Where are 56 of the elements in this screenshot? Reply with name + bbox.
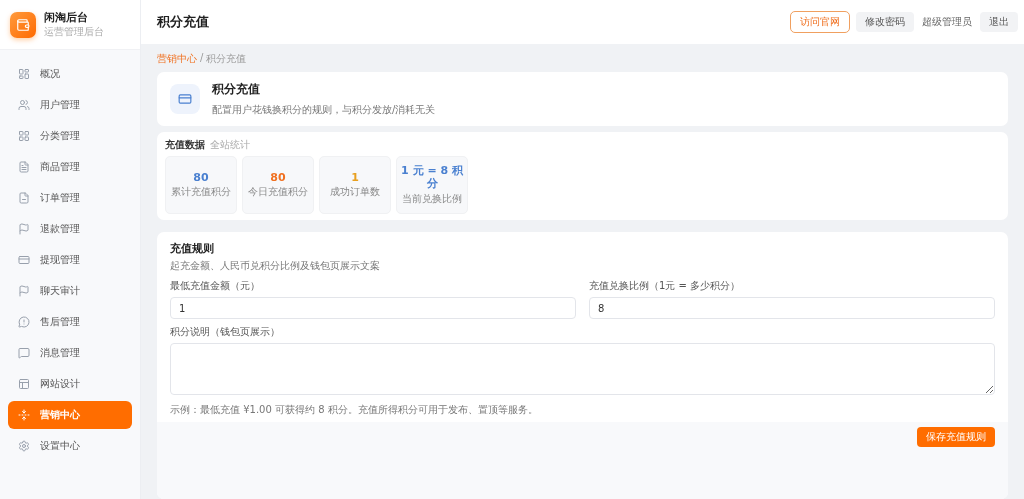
input-field[interactable]: 8 <box>589 297 995 319</box>
sidebar-item[interactable]: 设置中心 <box>8 432 132 460</box>
sidebar-item[interactable]: 网站设计 <box>8 370 132 398</box>
intro-description: 配置用户花钱换积分的规则，与积分发放/消耗无关 <box>212 103 436 117</box>
layout-icon <box>18 378 30 390</box>
sidebar-item[interactable]: 订单管理 <box>8 184 132 212</box>
document-icon <box>18 161 30 173</box>
stat-label: 累计充值积分 <box>171 186 231 199</box>
card-icon <box>18 254 30 266</box>
stats-title: 充值数据 <box>165 138 205 152</box>
settings-icon <box>18 440 30 452</box>
flag-icon <box>18 285 30 297</box>
sidebar-item[interactable]: 用户管理 <box>8 91 132 119</box>
stat-value: 1 元 = 8 积分 <box>400 165 464 191</box>
hint-text: 示例：最低充值 ¥1.00 可获得约 8 积分。充值所得积分可用于发布、置顶等服务。 <box>170 403 539 417</box>
fold-icon <box>18 409 30 421</box>
text-area[interactable] <box>170 343 995 395</box>
stat-value: 1 <box>351 171 359 185</box>
card-icon <box>170 84 200 114</box>
rules-description: 起充金额、人民币兑积分比例及钱包页展示文案 <box>170 259 381 273</box>
logout-button[interactable]: 退出 <box>980 12 1018 32</box>
chat-alert-icon <box>18 316 30 328</box>
field-label: 最低充值金额（元） <box>170 279 261 293</box>
sidebar-item[interactable]: 售后管理 <box>8 308 132 336</box>
user-name: 超级管理员 <box>921 15 973 29</box>
stat-value: 80 <box>193 171 209 185</box>
stats-note: 全站统计 <box>210 138 250 152</box>
input-field[interactable]: 1 <box>170 297 576 319</box>
stat-value: 80 <box>270 171 286 185</box>
rules-title: 充值规则 <box>170 241 215 256</box>
sidebar-item[interactable]: 退款管理 <box>8 215 132 243</box>
stat-label: 今日充值积分 <box>248 186 308 199</box>
flag-icon <box>18 223 30 235</box>
dashboard-icon <box>18 68 30 80</box>
message-icon <box>18 347 30 359</box>
breadcrumb-separator: / <box>200 52 204 65</box>
sidebar-item[interactable]: 消息管理 <box>8 339 132 367</box>
stat-label: 当前兑换比例 <box>402 192 462 205</box>
brand-subtitle: 运营管理后台 <box>44 25 104 39</box>
change-password-button[interactable]: 修改密码 <box>856 12 914 32</box>
brand-title: 闲淘后台 <box>44 10 89 25</box>
users-icon <box>18 99 30 111</box>
sidebar-item[interactable]: 概况 <box>8 60 132 88</box>
document-icon <box>18 192 30 204</box>
grid-icon <box>18 130 30 142</box>
field-label: 充值兑换比例（1元 = 多少积分） <box>589 279 742 293</box>
sidebar-item[interactable]: 提现管理 <box>8 246 132 274</box>
intro-title: 积分充值 <box>212 81 261 98</box>
sidebar-item[interactable]: 分类管理 <box>8 122 132 150</box>
stat-label: 成功订单数 <box>330 186 380 199</box>
breadcrumb-current: 积分充值 <box>206 52 247 66</box>
field-label: 积分说明（钱包页展示） <box>170 325 281 339</box>
sidebar-item[interactable]: 商品管理 <box>8 153 132 181</box>
page-title: 积分充值 <box>157 13 210 31</box>
logo-icon <box>10 11 36 38</box>
sidebar-item[interactable]: 聊天审计 <box>8 277 132 305</box>
